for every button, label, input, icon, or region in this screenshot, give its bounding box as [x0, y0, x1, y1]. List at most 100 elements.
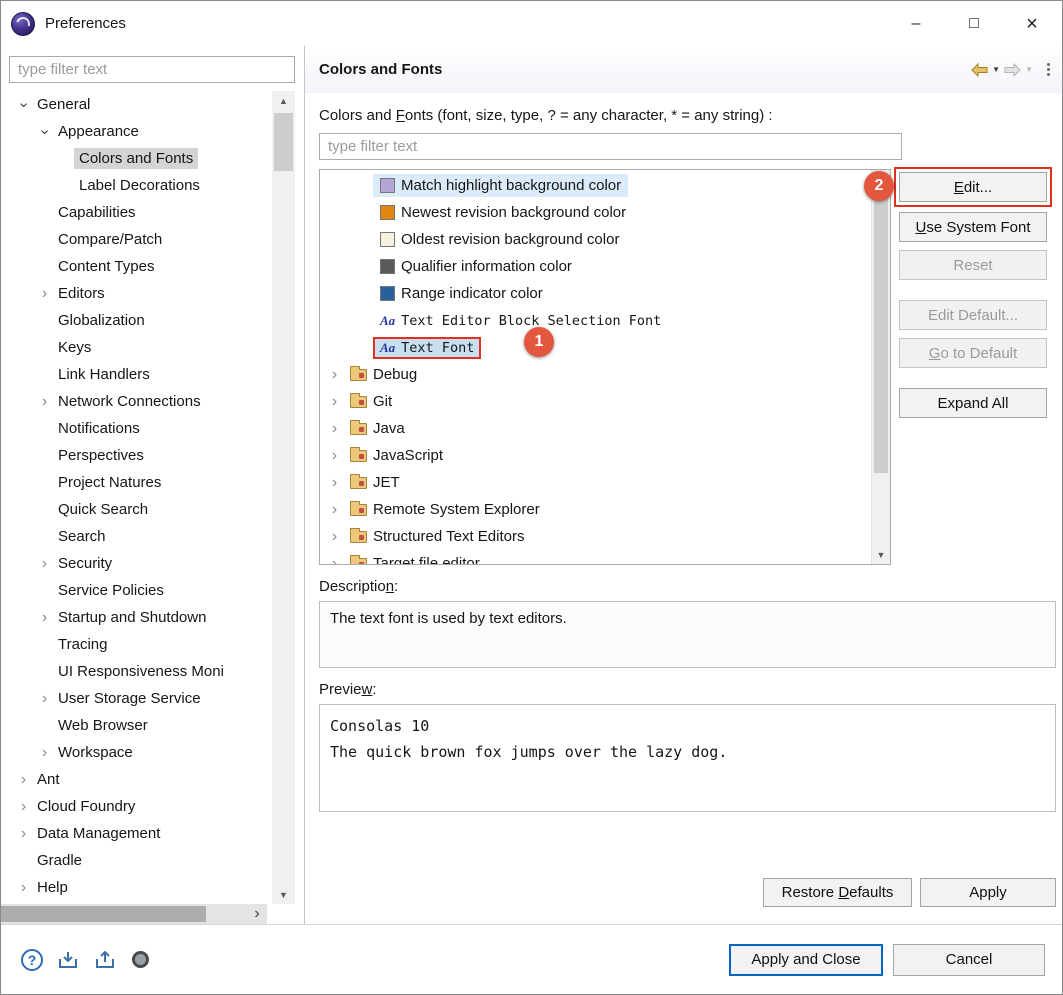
list-chevron-icon[interactable] [326, 394, 343, 410]
list-item-rowline[interactable]: Target file editor [343, 552, 487, 564]
list-item[interactable]: Target file editor [320, 550, 871, 564]
list-item-rowline[interactable]: Oldest revision background color [373, 228, 626, 251]
tree-chevron-icon[interactable] [36, 745, 53, 761]
tree-item[interactable]: Network Connections [1, 388, 271, 415]
tree-item[interactable]: Appearance [1, 118, 271, 145]
list-item[interactable]: Newest revision background color [320, 199, 871, 226]
sidebar-vscrollbar[interactable]: ▲ ▼ [272, 91, 295, 904]
tree-item[interactable]: Globalization [1, 307, 271, 334]
tree-item[interactable]: Editors [1, 280, 271, 307]
tree-item[interactable]: Perspectives [1, 442, 271, 469]
list-item[interactable]: Text Font [320, 334, 871, 361]
cancel-button[interactable]: Cancel [893, 944, 1045, 976]
tree-item[interactable]: Label Decorations [1, 172, 271, 199]
list-item-rowline[interactable]: Debug [343, 363, 424, 386]
tree-chevron-icon[interactable] [15, 799, 32, 815]
list-item[interactable]: Qualifier information color [320, 253, 871, 280]
tree-item[interactable]: Startup and Shutdown [1, 604, 271, 631]
tree-item[interactable]: Colors and Fonts [1, 145, 271, 172]
list-item[interactable]: Oldest revision background color [320, 226, 871, 253]
forward-icon[interactable] [1004, 63, 1021, 77]
tree-item[interactable]: Capabilities [1, 199, 271, 226]
list-item-rowline[interactable]: Qualifier information color [373, 255, 579, 278]
list-item-rowline[interactable]: Text Editor Block Selection Font [373, 310, 668, 332]
list-chevron-icon[interactable] [326, 502, 343, 518]
scroll-down-icon[interactable]: ▼ [872, 545, 890, 564]
tree-chevron-icon[interactable] [15, 97, 32, 113]
list-chevron-icon[interactable] [326, 475, 343, 491]
list-item[interactable]: Match highlight background color [320, 172, 871, 199]
list-item-rowline[interactable]: Match highlight background color [373, 174, 628, 197]
tree-item[interactable]: Search [1, 523, 271, 550]
list-item-rowline[interactable]: Structured Text Editors [343, 525, 531, 548]
help-icon[interactable]: ? [21, 949, 43, 971]
tree-chevron-icon[interactable] [15, 826, 32, 842]
tree-chevron-icon[interactable] [36, 610, 53, 626]
list-item[interactable]: Range indicator color [320, 280, 871, 307]
list-item-rowline[interactable]: Newest revision background color [373, 201, 633, 224]
tree-chevron-icon[interactable] [36, 691, 53, 707]
scroll-thumb[interactable] [874, 190, 888, 473]
list-chevron-icon[interactable] [326, 367, 343, 383]
tree-item[interactable]: UI Responsiveness Moni [1, 658, 271, 685]
restore-defaults-button[interactable]: Restore Defaults [763, 878, 912, 907]
tree-item[interactable]: Keys [1, 334, 271, 361]
list-item[interactable]: Debug [320, 361, 871, 388]
tree-item[interactable]: Quick Search [1, 496, 271, 523]
list-chevron-icon[interactable] [326, 556, 343, 565]
list-item-rowline[interactable]: Java [343, 417, 412, 440]
tree-chevron-icon[interactable] [36, 394, 53, 410]
tree-item[interactable]: Cloud Foundry [1, 793, 271, 820]
list-vscrollbar[interactable]: ▲ ▼ [871, 170, 890, 564]
back-icon[interactable] [971, 63, 988, 77]
tree-item[interactable]: General [1, 91, 271, 118]
list-chevron-icon[interactable] [326, 448, 343, 464]
scroll-down-icon[interactable]: ▼ [272, 885, 295, 904]
tree-item[interactable]: Link Handlers [1, 361, 271, 388]
sidebar-hscrollbar[interactable]: › [1, 904, 267, 924]
preference-recorder-icon[interactable] [132, 951, 149, 968]
view-menu-icon[interactable] [1045, 61, 1052, 78]
list-item-rowline[interactable]: Range indicator color [373, 282, 550, 305]
list-item[interactable]: JavaScript [320, 442, 871, 469]
apply-button[interactable]: Apply [920, 878, 1056, 907]
list-item[interactable]: Git [320, 388, 871, 415]
tree-chevron-icon[interactable] [36, 286, 53, 302]
maximize-button[interactable]: □ [945, 2, 1003, 46]
tree-chevron-icon[interactable] [15, 880, 32, 896]
list-item[interactable]: Remote System Explorer [320, 496, 871, 523]
list-item[interactable]: JET [320, 469, 871, 496]
tree-item[interactable]: Web Browser [1, 712, 271, 739]
forward-history-chevron-down-icon[interactable]: ▼ [1024, 65, 1034, 74]
tree-chevron-icon[interactable] [36, 124, 53, 140]
list-item[interactable]: Structured Text Editors [320, 523, 871, 550]
list-item-rowline[interactable]: Remote System Explorer [343, 498, 547, 521]
apply-and-close-button[interactable]: Apply and Close [729, 944, 883, 976]
list-item-rowline[interactable]: JavaScript [343, 444, 450, 467]
expand-all-button[interactable]: Expand All [899, 388, 1047, 418]
list-chevron-icon[interactable] [326, 421, 343, 437]
fonts-filter-input[interactable] [319, 133, 902, 160]
tree-item[interactable]: Tracing [1, 631, 271, 658]
tree-chevron-icon[interactable] [36, 556, 53, 572]
back-history-chevron-down-icon[interactable]: ▼ [991, 65, 1001, 74]
tree-item[interactable]: Notifications [1, 415, 271, 442]
tree-item[interactable]: Ant [1, 766, 271, 793]
sidebar-filter-input[interactable] [9, 56, 295, 83]
scroll-thumb[interactable] [274, 113, 293, 171]
edit-button[interactable]: Edit... [899, 172, 1047, 202]
scroll-up-icon[interactable]: ▲ [272, 91, 295, 110]
list-item-rowline[interactable]: Git [343, 390, 399, 413]
use-system-font-button[interactable]: Use System Font [899, 212, 1047, 242]
close-button[interactable]: × [1003, 2, 1061, 46]
tree-item[interactable]: Gradle [1, 847, 271, 874]
tree-item[interactable]: Service Policies [1, 577, 271, 604]
tree-item[interactable]: Help [1, 874, 271, 901]
list-item[interactable]: Java [320, 415, 871, 442]
tree-item[interactable]: User Storage Service [1, 685, 271, 712]
list-chevron-icon[interactable] [326, 529, 343, 545]
export-preferences-icon[interactable] [58, 951, 80, 969]
tree-item[interactable]: Workspace [1, 739, 271, 766]
list-item-rowline[interactable]: JET [343, 471, 407, 494]
list-item[interactable]: Text Editor Block Selection Font [320, 307, 871, 334]
